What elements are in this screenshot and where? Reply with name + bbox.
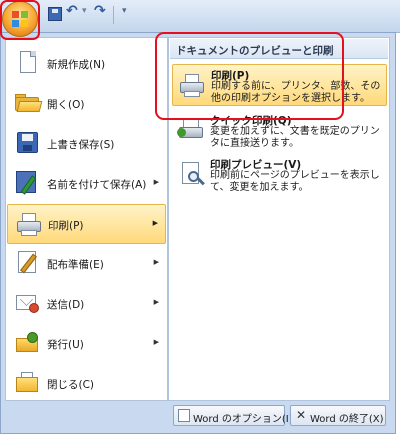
exit-word-label: Word の終了(X)	[310, 414, 384, 425]
save-as-icon	[14, 169, 42, 197]
menu-item-publish[interactable]: 発行(U) ▶	[7, 324, 166, 364]
submenu-arrow-icon: ▶	[153, 338, 159, 346]
submenu-arrow-icon: ▶	[152, 219, 158, 227]
close-icon: ✕	[295, 408, 307, 422]
menu-item-print[interactable]: 印刷(P) ▶	[7, 204, 166, 244]
menu-item-prepare[interactable]: 配布準備(E) ▶	[7, 244, 166, 284]
menu-item-label: 印刷(P)	[48, 220, 84, 232]
publish-icon	[14, 329, 42, 357]
menu-item-label: 発行(U)	[47, 339, 84, 351]
word-options-label: Word のオプション(I)	[193, 414, 293, 425]
menu-item-send[interactable]: 送信(D) ▶	[7, 284, 166, 324]
submenu-arrow-icon: ▶	[153, 298, 159, 306]
redo-icon[interactable]: ↷	[94, 3, 108, 19]
save-icon[interactable]	[48, 7, 62, 21]
printer-icon	[15, 210, 43, 238]
title-bar: ↶ ▾ ↷ ▾	[0, 0, 400, 33]
option-description: 変更を加えずに、文書を既定のプリンタに直接送ります。	[210, 126, 380, 149]
print-preview-icon	[177, 160, 205, 188]
menu-item-label: 名前を付けて保存(A)	[47, 179, 147, 191]
save-floppy-icon	[14, 129, 42, 157]
quick-print-icon	[177, 116, 205, 144]
print-option-highlight	[155, 32, 344, 120]
menu-item-open[interactable]: 開く(O)	[7, 84, 166, 124]
exit-word-button[interactable]: ✕ Word の終了(X)	[290, 405, 386, 426]
menu-item-new[interactable]: 新規作成(N)	[7, 44, 166, 84]
menu-item-close[interactable]: 閉じる(C)	[7, 364, 166, 404]
menu-item-label: 開く(O)	[47, 99, 85, 111]
word-options-button[interactable]: Word のオプション(I)	[173, 405, 293, 426]
option-description: 印刷前にページのプレビューを表示して、変更を加えます。	[210, 170, 380, 193]
menu-item-save-as[interactable]: 名前を付けて保存(A) ▶	[7, 164, 166, 204]
menu-left-pane: 新規作成(N) 開く(O) 上書き保存(S) 名前を付けて保存(A) ▶ 印刷(…	[5, 37, 168, 401]
options-icon	[178, 409, 190, 422]
prepare-document-icon	[14, 249, 42, 277]
menu-bottom-bar: Word のオプション(I) ✕ Word の終了(X)	[1, 401, 395, 433]
menu-item-label: 配布準備(E)	[47, 259, 104, 271]
menu-item-save[interactable]: 上書き保存(S)	[7, 124, 166, 164]
menu-item-label: 新規作成(N)	[47, 59, 106, 71]
submenu-arrow-icon: ▶	[153, 258, 159, 266]
menu-item-label: 送信(D)	[47, 299, 85, 311]
office-button-highlight	[0, 0, 40, 40]
submenu-arrow-icon: ▶	[153, 178, 159, 186]
new-document-icon	[14, 49, 42, 77]
toolbar-divider	[113, 6, 114, 24]
open-folder-icon	[14, 89, 43, 117]
menu-item-label: 上書き保存(S)	[47, 139, 115, 151]
send-mail-icon	[14, 289, 42, 317]
menu-item-label: 閉じる(C)	[47, 379, 95, 391]
customize-toolbar-icon[interactable]: ▾	[122, 6, 136, 20]
undo-icon[interactable]: ↶	[66, 3, 80, 19]
option-print-preview[interactable]: 印刷プレビュー(V) 印刷前にページのプレビューを表示して、変更を加えます。	[172, 154, 387, 196]
close-document-icon	[14, 369, 42, 397]
